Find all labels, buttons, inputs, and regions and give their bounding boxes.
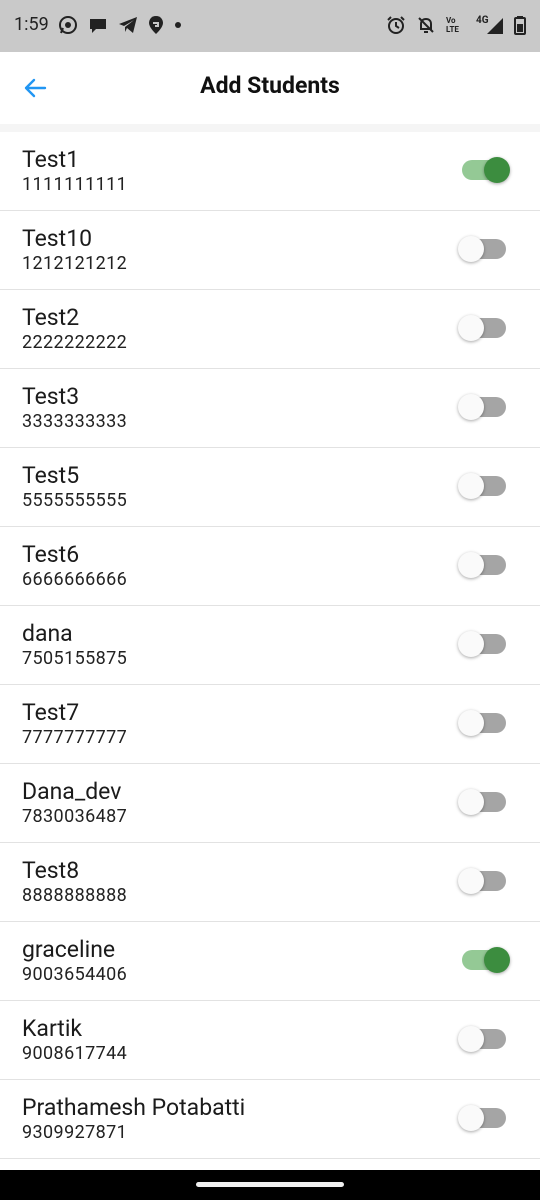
toggle-thumb [458,236,484,262]
notification-icons [58,15,182,35]
student-toggle[interactable] [458,394,506,420]
student-toggle[interactable] [458,1026,506,1052]
student-toggle[interactable] [458,473,506,499]
system-icons: Vo LTE 4G [386,15,526,35]
student-row-test7[interactable]: Test7 7777777777 [0,685,540,764]
student-row-test6[interactable]: Test6 6666666666 [0,527,540,606]
student-row-test8[interactable]: Test8 8888888888 [0,843,540,922]
signal-bars-icon [487,18,503,34]
student-toggle[interactable] [458,789,506,815]
student-name: Kartik [22,1015,83,1042]
toggle-thumb [458,631,484,657]
student-row-prathamesh-potabatti[interactable]: Prathamesh Potabatti 9309927871 [0,1080,540,1159]
student-phone: 3333333333 [22,411,128,432]
home-gesture-handle[interactable] [196,1182,344,1187]
volte-icon: Vo LTE [446,16,459,34]
system-nav-bar [0,1170,540,1200]
student-name: Prathamesh Potabatti [22,1094,246,1121]
dot-icon [175,22,181,28]
student-toggle[interactable] [458,1105,506,1131]
student-row-dana-dev[interactable]: Dana_dev 7830036487 [0,764,540,843]
page-title: Add Students [200,72,340,99]
whatsapp-icon [59,16,77,34]
student-phone: 2222222222 [22,332,128,353]
toggle-thumb [484,157,510,183]
student-row-test2[interactable]: Test2 2222222222 [0,290,540,369]
status-bar: 1:59 Vo LTE 4G [0,0,540,52]
student-phone: 7505155875 [22,648,128,669]
student-name: Dana_dev [22,778,122,805]
student-phone: 7830036487 [22,806,128,827]
toggle-thumb [458,552,484,578]
student-toggle[interactable] [458,710,506,736]
status-time: 1:59 [14,14,49,35]
student-phone: 5555555555 [22,490,128,511]
student-toggle[interactable] [458,236,506,262]
student-name: Test5 [22,462,80,489]
header-divider [0,124,540,132]
student-toggle[interactable] [458,315,506,341]
student-row-test1[interactable]: Test1 1111111111 [0,132,540,211]
alarm-icon [387,16,405,34]
student-name: Test7 [22,699,80,726]
student-row-graceline[interactable]: graceline 9003654406 [0,922,540,1001]
toggle-thumb [458,394,484,420]
student-name: Test3 [22,383,80,410]
student-phone: 6666666666 [22,569,128,590]
student-row-test3[interactable]: Test3 3333333333 [0,369,540,448]
student-row-test5[interactable]: Test5 5555555555 [0,448,540,527]
student-phone: 9309927871 [22,1122,128,1143]
student-list: Test1 1111111111 Test10 1212121212 Test2… [0,132,540,1159]
swiggy-icon [149,16,163,34]
student-name: Test6 [22,541,80,568]
bell-off-icon [418,17,434,33]
chat-icon [90,19,106,33]
battery-icon [514,16,526,35]
toggle-thumb [458,315,484,341]
student-phone: 1212121212 [22,253,128,274]
telegram-icon [119,17,137,33]
toggle-thumb [458,710,484,736]
toggle-thumb [458,789,484,815]
student-row-kartik[interactable]: Kartik 9008617744 [0,1001,540,1080]
toggle-thumb [458,1105,484,1131]
app-bar: Add Students [0,52,540,124]
student-phone: 7777777777 [22,727,128,748]
student-toggle[interactable] [462,947,510,973]
student-name: Test1 [22,146,80,173]
toggle-thumb [458,473,484,499]
student-row-test10[interactable]: Test10 1212121212 [0,211,540,290]
student-name: Test8 [22,857,80,884]
student-name: Test10 [22,225,93,252]
toggle-thumb [458,868,484,894]
student-row-dana[interactable]: dana 7505155875 [0,606,540,685]
student-toggle[interactable] [458,552,506,578]
4g-signal-icon: 4G [476,15,504,35]
student-name: graceline [22,936,116,963]
student-name: Test2 [22,304,80,331]
toggle-thumb [458,1026,484,1052]
student-phone: 8888888888 [22,885,128,906]
student-toggle[interactable] [458,868,506,894]
student-phone: 1111111111 [22,174,128,195]
student-toggle[interactable] [462,157,510,183]
toggle-thumb [484,947,510,973]
student-phone: 9008617744 [22,1043,128,1064]
student-phone: 9003654406 [22,964,128,985]
student-toggle[interactable] [458,631,506,657]
student-name: dana [22,620,73,647]
